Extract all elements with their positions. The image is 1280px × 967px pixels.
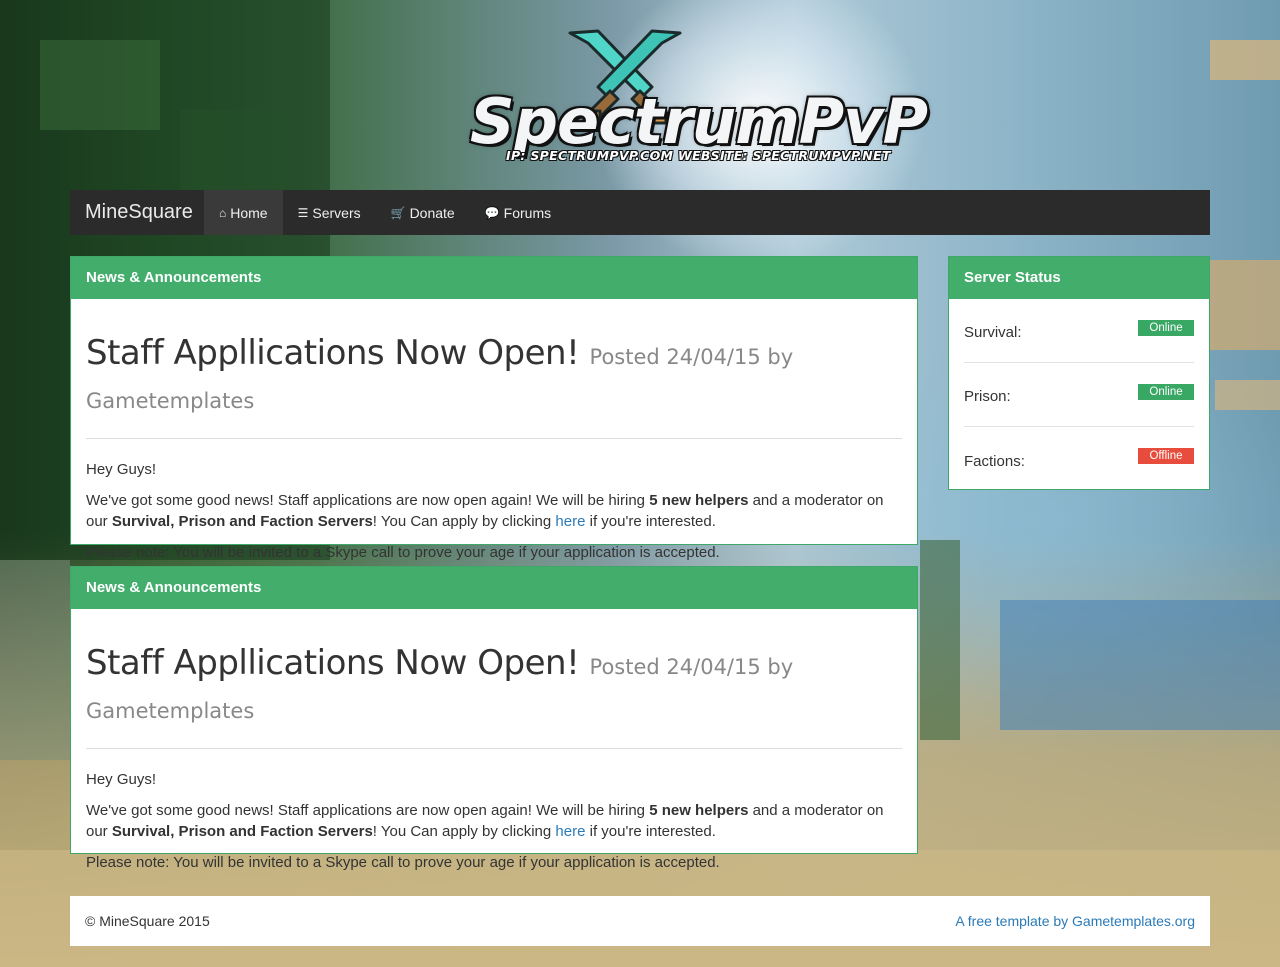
server-row-survival: Survival: Online (964, 299, 1194, 363)
panel-heading: News & Announcements (71, 257, 917, 299)
main-navbar: MineSquare ⌂ Home ☰ Servers 🛒 Donate 💬 F… (70, 190, 1210, 235)
post-body: Hey Guys! We've got some good news! Staf… (86, 459, 902, 563)
nav-item-label: Home (230, 204, 268, 221)
post-title-text: Staff Appllications Now Open! (86, 333, 580, 373)
logo-subtitle: IP: SPECTRUMPVP.COM WEBSITE: SPECTRUMPVP… (506, 148, 891, 163)
cart-icon: 🛒 (390, 205, 406, 220)
post-greeting: Hey Guys! (86, 461, 157, 478)
apply-link[interactable]: here (555, 513, 585, 530)
server-row-factions: Factions: Offline (964, 427, 1194, 491)
panel-heading: News & Announcements (71, 567, 917, 609)
comments-icon: 💬 (484, 205, 500, 220)
logo-title: SpectrumPvP (470, 85, 928, 158)
server-name: Factions: (964, 452, 1025, 470)
nav-item-forums[interactable]: 💬 Forums (470, 190, 566, 235)
post-title: Staff Appllications Now Open! Posted 24/… (86, 333, 902, 421)
server-row-prison: Prison: Online (964, 363, 1194, 427)
site-logo[interactable]: SpectrumPvP IP: SPECTRUMPVP.COM WEBSITE:… (470, 25, 928, 170)
nav-item-label: Donate (409, 204, 455, 221)
panel-heading: Server Status (949, 257, 1209, 299)
status-badge: Online (1138, 383, 1194, 400)
home-icon: ⌂ (219, 205, 227, 220)
footer-copyright: © MineSquare 2015 (85, 913, 210, 929)
post-paragraph: We've got some good news! Staff applicat… (86, 802, 884, 840)
footer-credit-link[interactable]: A free template by Gametemplates.org (955, 913, 1195, 929)
divider (86, 438, 902, 439)
server-name: Prison: (964, 388, 1011, 405)
post-note: Please note: You will be invited to a Sk… (86, 544, 720, 561)
post-title: Staff Appllications Now Open! Posted 24/… (86, 643, 902, 731)
post-note: Please note: You will be invited to a Sk… (86, 854, 720, 871)
navbar-brand[interactable]: MineSquare (70, 190, 204, 235)
status-badge: Online (1138, 319, 1194, 336)
page-footer: © MineSquare 2015 A free template by Gam… (70, 896, 1210, 946)
nav-item-label: Forums (503, 204, 552, 221)
nav-item-label: Servers (312, 204, 361, 221)
post-title-text: Staff Appllications Now Open! (86, 643, 580, 683)
list-icon: ☰ (297, 205, 309, 220)
news-panel: News & Announcements Staff Appllications… (70, 256, 918, 561)
nav-item-home[interactable]: ⌂ Home (204, 190, 283, 235)
post-paragraph: We've got some good news! Staff applicat… (86, 492, 884, 530)
post-body: Hey Guys! We've got some good news! Staf… (86, 769, 902, 873)
server-name: Survival: (964, 324, 1022, 341)
nav-item-donate[interactable]: 🛒 Donate (376, 190, 470, 235)
divider (86, 748, 902, 749)
news-panel: News & Announcements Staff Appllications… (70, 566, 918, 871)
status-badge: Offline (1138, 448, 1194, 464)
server-status-panel: Server Status Survival: Online Prison: O… (948, 256, 1210, 490)
post-greeting: Hey Guys! (86, 771, 157, 788)
apply-link[interactable]: here (555, 823, 585, 840)
nav-item-servers[interactable]: ☰ Servers (283, 190, 376, 235)
